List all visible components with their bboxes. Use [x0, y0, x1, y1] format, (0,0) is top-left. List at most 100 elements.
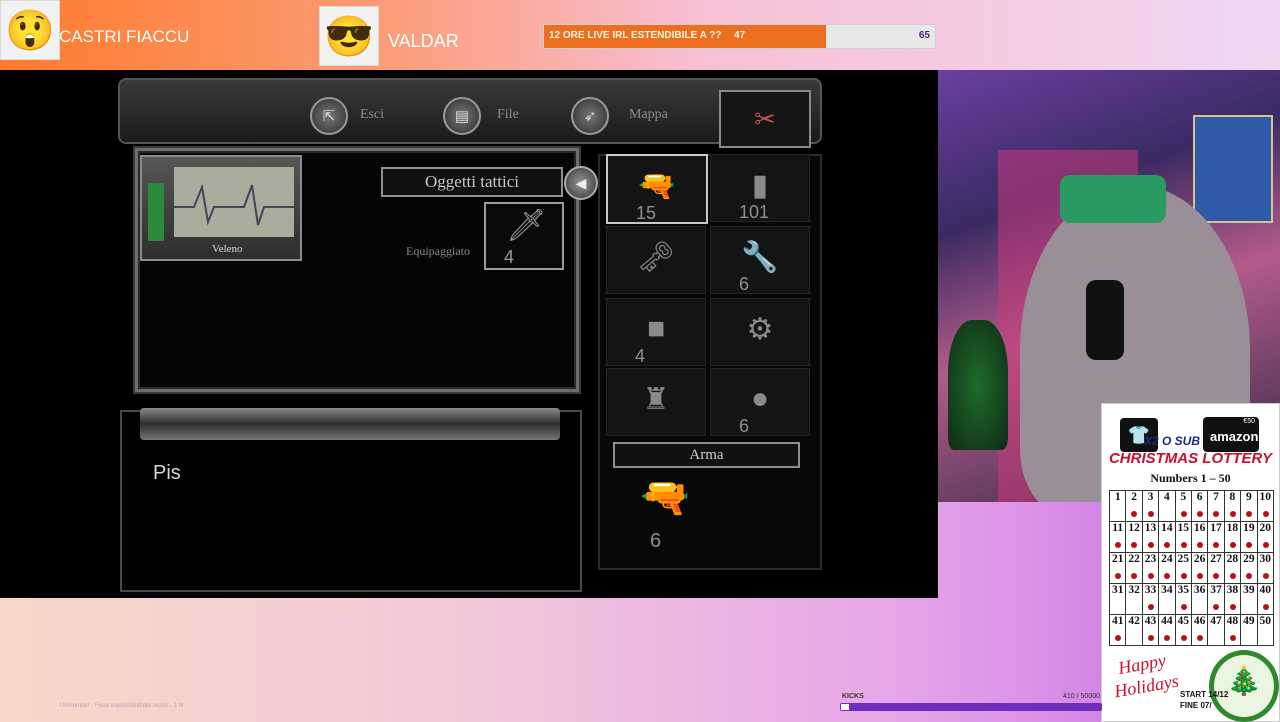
lottery-number: 9	[1240, 490, 1258, 522]
kicks-fill	[841, 704, 849, 710]
lottery-number: 39	[1240, 583, 1258, 615]
inventory-slot[interactable]: ⚙	[710, 298, 810, 366]
christmas-tree	[948, 320, 1008, 450]
lottery-number: 6	[1190, 490, 1209, 522]
end-date: FINE 07/	[1180, 701, 1212, 710]
map-icon[interactable]: ➶	[571, 97, 609, 135]
user1-name: CASTRI FIACCU	[59, 27, 190, 46]
user2-name: VALDAR	[388, 31, 459, 51]
lottery-number: 22	[1125, 552, 1143, 584]
lottery-number: 38	[1223, 583, 1242, 615]
lottery-row: 11 12 13 14 15 16 17 18 19 20	[1108, 521, 1275, 553]
lottery-number: 8	[1223, 490, 1242, 522]
lottery-number: 35	[1174, 583, 1192, 615]
shotgun-weapon-icon[interactable]: 🔫	[640, 474, 690, 521]
inventory-slot[interactable]: ● 6	[710, 368, 810, 436]
kicks-track	[840, 703, 1102, 711]
inventory-count: 6	[739, 274, 750, 294]
spray-icon: ♜	[642, 382, 670, 416]
lottery-number: 33	[1141, 583, 1160, 615]
lottery-number: 25	[1174, 552, 1192, 584]
lottery-number: 16	[1190, 521, 1209, 553]
shells-icon: ●	[750, 382, 770, 415]
exit-icon[interactable]: ⇱	[310, 97, 348, 135]
goal-progress-bar: 12 ORE LIVE IRL ESTENDIBILE A ?? 47 65	[543, 24, 936, 49]
file-button[interactable]: File	[497, 107, 519, 123]
footer-credit: Unmember · Fiera sopiatofanttiate nichts…	[60, 703, 185, 709]
lottery-number: 42	[1125, 614, 1143, 646]
exit-button[interactable]: Esci	[360, 107, 384, 123]
lottery-number: 24	[1158, 552, 1176, 584]
lottery-number: 15	[1174, 521, 1192, 553]
lottery-number: 29	[1240, 552, 1258, 584]
weapon-count: 6	[650, 530, 662, 552]
lottery-number: 17	[1207, 521, 1225, 553]
lottery-number: 26	[1190, 552, 1209, 584]
lottery-number: 47	[1207, 614, 1225, 646]
map-button[interactable]: Mappa	[629, 107, 668, 123]
lottery-title: CHRISTMAS LOTTERY	[1108, 450, 1273, 467]
inventory-slot[interactable]: 🗝	[606, 226, 706, 294]
lottery-number: 36	[1190, 583, 1209, 615]
lottery-number: 20	[1256, 521, 1275, 553]
lottery-number: 40	[1256, 583, 1275, 615]
lottery-number: 12	[1125, 521, 1143, 553]
lottery-number: 41	[1108, 614, 1127, 646]
lottery-subtitle: Numbers 1 – 50	[1150, 471, 1231, 485]
health-monitor: Veleno	[140, 155, 302, 261]
lottery-number: 30	[1256, 552, 1275, 584]
description-text: Pis	[153, 462, 181, 484]
crank-handle-icon: ⚙	[746, 312, 774, 346]
user2-avatar: 😎	[319, 6, 379, 66]
inventory-count: 6	[739, 416, 750, 436]
inventory-slot[interactable]: ▮ 101	[710, 154, 810, 222]
weapon-title: Arma	[613, 442, 800, 468]
health-gauge	[148, 183, 164, 241]
lottery-number: 37	[1207, 583, 1225, 615]
lottery-number: 18	[1223, 521, 1242, 553]
lottery-row: 21 22 23 24 25 26 27 28 29 30	[1108, 552, 1275, 584]
lottery-row: 1 2 3 4 5 6 7 8 9 10	[1108, 490, 1275, 522]
status-label: Veleno	[212, 243, 243, 255]
equipped-count: 4	[504, 247, 515, 267]
lottery-number: 46	[1190, 614, 1209, 646]
wreath-icon: 🎄	[1209, 650, 1279, 722]
kicks-widget: KICKS 410 / 50000	[840, 693, 1102, 713]
lottery-number: 3	[1141, 490, 1160, 522]
goal-current: 47	[734, 30, 746, 41]
lottery-number: 4	[1158, 490, 1176, 522]
lottery-number: 2	[1125, 490, 1143, 522]
lottery-number: 1	[1108, 490, 1127, 522]
bandana	[1060, 175, 1166, 223]
shotgun-icon: 🔧	[741, 240, 779, 274]
lottery-number: 13	[1141, 521, 1160, 553]
lottery-number: 5	[1174, 490, 1192, 522]
game-screen: ⇱ Esci ▤ File ➶ Mappa ✂ Veleno Oggetti t…	[0, 70, 938, 598]
amazon-logo: amazon	[1210, 429, 1259, 444]
lottery-number: 27	[1207, 552, 1225, 584]
lottery-row: 41 42 43 44 45 46 47 48 49 50	[1108, 614, 1275, 646]
kicks-value: 410 / 50000	[1063, 693, 1100, 700]
weapon-case-icon[interactable]: ✂	[719, 90, 811, 148]
goal-label: 12 ORE LIVE IRL ESTENDIBILE A ??	[549, 30, 722, 41]
lottery-badge: X2 O SUB	[1144, 434, 1201, 448]
ammo-magazine-icon: ▮	[751, 168, 769, 202]
inventory-slot[interactable]: 🔫 15	[606, 154, 708, 224]
pistol-icon: 🔫	[638, 169, 676, 203]
lottery-number: 49	[1240, 614, 1258, 646]
lottery-number: 45	[1174, 614, 1192, 646]
kicks-label: KICKS	[842, 693, 864, 700]
lottery-number: 32	[1125, 583, 1143, 615]
ammo-box-icon: ■	[646, 312, 666, 345]
inventory-slot[interactable]: ♜	[606, 368, 706, 436]
equipped-slot[interactable]: 🗡 4	[484, 202, 564, 270]
lottery-number: 44	[1158, 614, 1176, 646]
knife-icon: 🗡	[506, 207, 547, 243]
chevron-left-icon[interactable]: ◀	[564, 166, 598, 200]
user1-avatar: 😲	[0, 0, 60, 60]
file-icon[interactable]: ▤	[443, 97, 481, 135]
inventory-count: 4	[635, 346, 646, 366]
lottery-number: 50	[1256, 614, 1275, 646]
inventory-slot[interactable]: ■ 4	[606, 298, 706, 366]
inventory-slot[interactable]: 🔧 6	[710, 226, 810, 294]
